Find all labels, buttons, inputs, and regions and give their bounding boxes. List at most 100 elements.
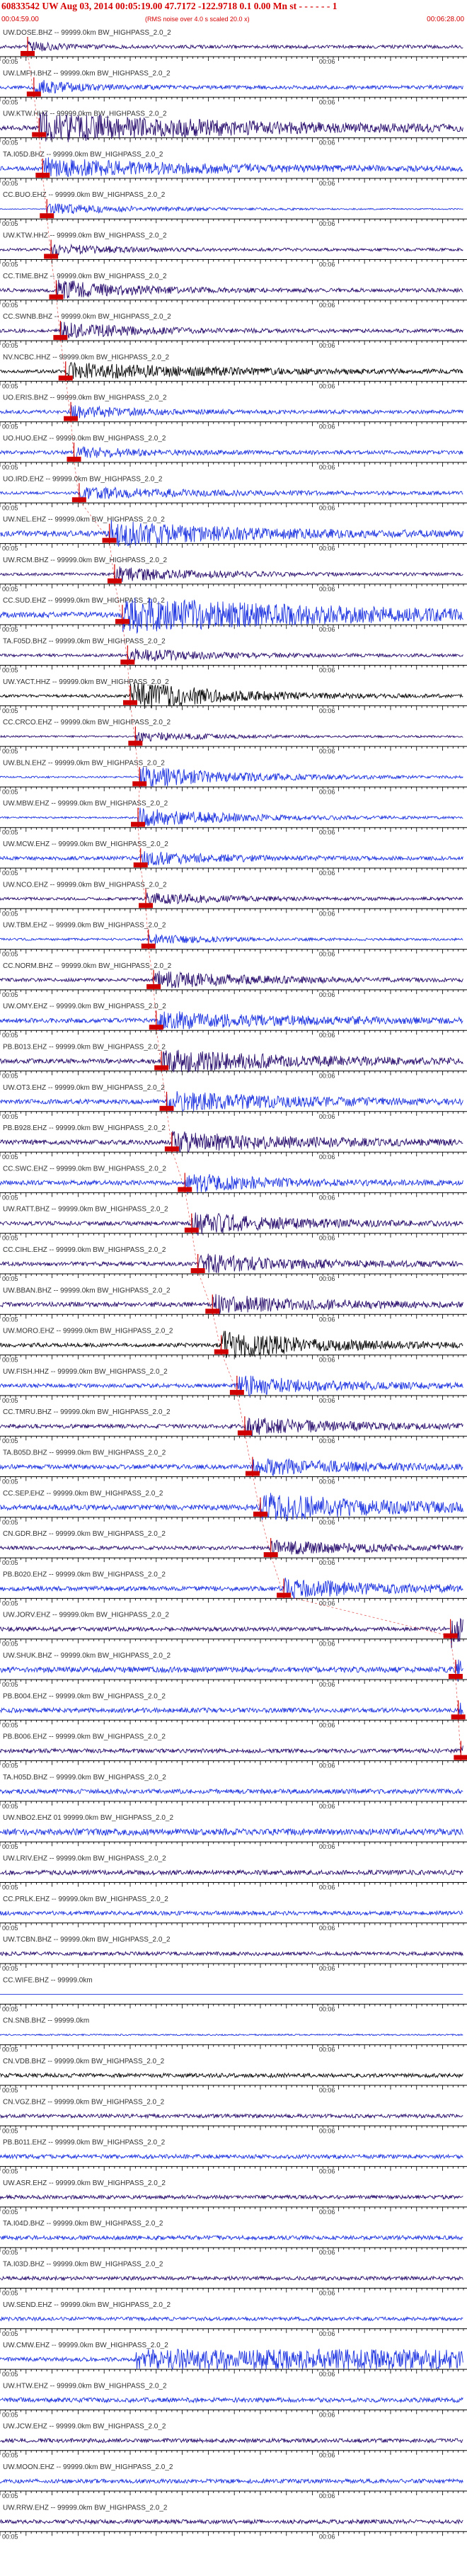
trace-row: UW.JORV.EHZ -- 99999.0km BW_HIGHPASS_2.0… <box>0 1612 467 1648</box>
time-label-0006: 00:06 <box>319 707 335 714</box>
seismogram-plot: UW.DOSE.BHZ -- 99999.0km BW_HIGHPASS_2.0… <box>0 29 467 2540</box>
time-label-0005: 00:05 <box>2 788 18 795</box>
trace-row: UW.KTW.HHZ -- 99999.0km BW_HIGHPASS_2.0_… <box>0 232 467 268</box>
trace-row: CC.SWC.EHZ -- 99999.0km BW_HIGHPASS_2.0_… <box>0 1165 467 1201</box>
time-label-0006: 00:06 <box>319 626 335 633</box>
trace-label: TA.F05D.BHZ -- 99999.0km BW_HIGHPASS_2.0… <box>3 638 166 646</box>
trace-waveform <box>0 1869 463 1876</box>
trace-waveform <box>0 486 463 501</box>
trace-waveform <box>0 807 463 828</box>
trace-waveform <box>0 731 463 742</box>
trace-waveform <box>0 1788 463 1795</box>
time-label-0006: 00:06 <box>319 1478 335 1486</box>
time-label-0005: 00:05 <box>2 464 18 471</box>
trace-label: UW.SHUK.BHZ -- 99999.0km BW_HIGHPASS_2.0… <box>3 1652 171 1660</box>
trace-row: CC.CRCO.EHZ -- 99999.0km BW_HIGHPASS_2.0… <box>0 719 467 755</box>
time-label-0006: 00:06 <box>319 870 335 877</box>
pick-marker <box>454 1755 467 1760</box>
trace-waveform <box>0 1617 463 1648</box>
time-label-0006: 00:06 <box>319 829 335 836</box>
time-label-0006: 00:06 <box>319 1113 335 1120</box>
trace-label: TA.I05D.BHZ -- 99999.0km BW_HIGHPASS_2.0… <box>3 151 163 159</box>
time-label-0006: 00:06 <box>319 1925 335 1932</box>
trace-label: UW.KTW.HHZ -- 99999.0km BW_HIGHPASS_2.0_… <box>3 232 167 240</box>
pick-marker <box>184 1227 199 1233</box>
time-label-0006: 00:06 <box>319 910 335 917</box>
trace-waveform <box>0 2033 463 2036</box>
trace-label: UW.LMFH.BHZ -- 99999.0km BW_HIGHPASS_2.0… <box>3 69 171 77</box>
trace-label: UW.MBW.EHZ -- 99999.0km BW_HIGHPASS_2.0_… <box>3 800 168 808</box>
trace-label: UO.IRD.EHZ -- 99999.0km BW_HIGHPASS_2.0_… <box>3 475 163 483</box>
time-label-0005: 00:05 <box>2 98 18 106</box>
trace-waveform <box>0 1578 463 1599</box>
time-label-0006: 00:06 <box>319 342 335 349</box>
trace-label: UW.DOSE.BHZ -- 99999.0km BW_HIGHPASS_2.0… <box>3 29 171 37</box>
trace-label: UW.TCBN.BHZ -- 99999.0km BW_HIGHPASS_2.0… <box>3 1936 171 1944</box>
time-label-0005: 00:05 <box>2 870 18 877</box>
trace-row: UW.MBW.EHZ -- 99999.0km BW_HIGHPASS_2.0_… <box>0 800 467 836</box>
trace-label: NV.NCBC.HHZ -- 99999.0km BW_HIGHPASS_2.0… <box>3 353 170 361</box>
time-label-0006: 00:06 <box>319 2087 335 2094</box>
trace-label: UW.JORV.EHZ -- 99999.0km BW_HIGHPASS_2.0… <box>3 1612 169 1619</box>
trace-waveform <box>0 1253 463 1274</box>
time-label-0006: 00:06 <box>319 545 335 552</box>
time-label-0005: 00:05 <box>2 1113 18 1120</box>
trace-waveform <box>0 279 463 299</box>
time-label-0006: 00:06 <box>319 1275 335 1282</box>
time-label-0006: 00:06 <box>319 1843 335 1850</box>
time-label-0006: 00:06 <box>319 991 335 998</box>
time-label-0005: 00:05 <box>2 1843 18 1850</box>
pick-marker <box>154 1065 169 1071</box>
trace-label: CC.SUD.EHZ -- 99999.0km BW_HIGHPASS_2.0_… <box>3 597 165 605</box>
trace-row: UW.NEL.EHZ -- 99999.0km BW_HIGHPASS_2.0_… <box>0 516 467 552</box>
trace-row: CC.SUD.EHZ -- 99999.0km BW_HIGHPASS_2.0_… <box>0 597 467 634</box>
trace-label: CC.WIFE.BHZ -- 99999.0km <box>3 1976 93 1984</box>
trace-label: UW.NBO2.EHZ 01 99999.0km BW_HIGHPASS_2.0… <box>3 1814 173 1822</box>
time-label-0006: 00:06 <box>319 1194 335 1201</box>
trace-row: PB.B013.EHZ -- 99999.0km BW_HIGHPASS_2.0… <box>0 1044 467 1080</box>
time-label-0005: 00:05 <box>2 2046 18 2053</box>
time-label-0005: 00:05 <box>2 1884 18 1891</box>
trace-row: UW.YACT.HHZ -- 99999.0km BW_HIGHPASS_2.0… <box>0 678 467 714</box>
time-label-0005: 00:05 <box>2 667 18 674</box>
trace-waveform <box>0 851 463 867</box>
trace-row: CC.BUO.EHZ -- 99999.0km BW_HIGHPASS_2.0_… <box>0 191 467 227</box>
trace-waveform <box>0 1174 463 1194</box>
trace-row: UW.FISH.HHZ -- 99999.0km BW_HIGHPASS_2.0… <box>0 1368 467 1404</box>
trace-label: UW.TBM.EHZ -- 99999.0km BW_HIGHPASS_2.0_… <box>3 922 166 930</box>
trace-row: UW.NBO2.EHZ 01 99999.0km BW_HIGHPASS_2.0… <box>0 1814 467 1850</box>
trace-row: TA.B05D.BHZ -- 99999.0km BW_HIGHPASS_2.0… <box>0 1449 467 1486</box>
trace-waveform <box>0 40 463 52</box>
time-label-0005: 00:05 <box>2 586 18 593</box>
trace-label: PB.B004.EHZ -- 99999.0km BW_HIGHPASS_2.0… <box>3 1692 166 1700</box>
trace-row: UW.LMFH.BHZ -- 99999.0km BW_HIGHPASS_2.0… <box>0 69 467 106</box>
trace-row: PB.B004.EHZ -- 99999.0km BW_HIGHPASS_2.0… <box>0 1692 467 1728</box>
trace-label: UW.NCO.EHZ -- 99999.0km BW_HIGHPASS_2.0_… <box>3 881 167 889</box>
trace-label: CN.SNB.BHZ -- 99999.0km <box>3 2017 89 2025</box>
time-label-0006: 00:06 <box>319 180 335 187</box>
trace-label: UO.ERIS.BHZ -- 99999.0km BW_HIGHPASS_2.0… <box>3 394 167 402</box>
trace-row: CC.NORM.BHZ -- 99999.0km BW_HIGHPASS_2.0… <box>0 962 467 998</box>
time-label-0005: 00:05 <box>2 302 18 309</box>
event-title: 60833542 UW Aug 03, 2014 00:05:19.00 47.… <box>1 1 338 11</box>
trace-waveform <box>0 1049 463 1073</box>
trace-label: CC.SWNB.BHZ -- 99999.0km BW_HIGHPASS_2.0… <box>3 313 171 321</box>
time-label-0005: 00:05 <box>2 1194 18 1201</box>
time-label-0005: 00:05 <box>2 180 18 187</box>
plot-header: 60833542 UW Aug 03, 2014 00:05:19.00 47.… <box>0 0 467 28</box>
time-label-0006: 00:06 <box>319 58 335 65</box>
trace-row: CC.CIHL.EHZ -- 99999.0km BW_HIGHPASS_2.0… <box>0 1246 467 1282</box>
time-label-0005: 00:05 <box>2 1437 18 1444</box>
trace-waveform <box>0 648 463 662</box>
pick-marker <box>26 91 41 97</box>
trace-row: CC.TIME.BHZ -- 99999.0km BW_HIGHPASS_2.0… <box>0 273 467 309</box>
time-label-0006: 00:06 <box>319 302 335 309</box>
trace-row: UW.MORO.EHZ -- 99999.0km BW_HIGHPASS_2.0… <box>0 1328 467 1364</box>
time-label-0005: 00:05 <box>2 261 18 268</box>
time-label-0006: 00:06 <box>319 1965 335 1972</box>
time-label-0005: 00:05 <box>2 504 18 511</box>
trace-label: PB.B013.EHZ -- 99999.0km BW_HIGHPASS_2.0… <box>3 1044 166 1052</box>
time-label-0006: 00:06 <box>319 1032 335 1039</box>
time-label-0006: 00:06 <box>319 1884 335 1891</box>
trace-waveform <box>0 683 463 709</box>
